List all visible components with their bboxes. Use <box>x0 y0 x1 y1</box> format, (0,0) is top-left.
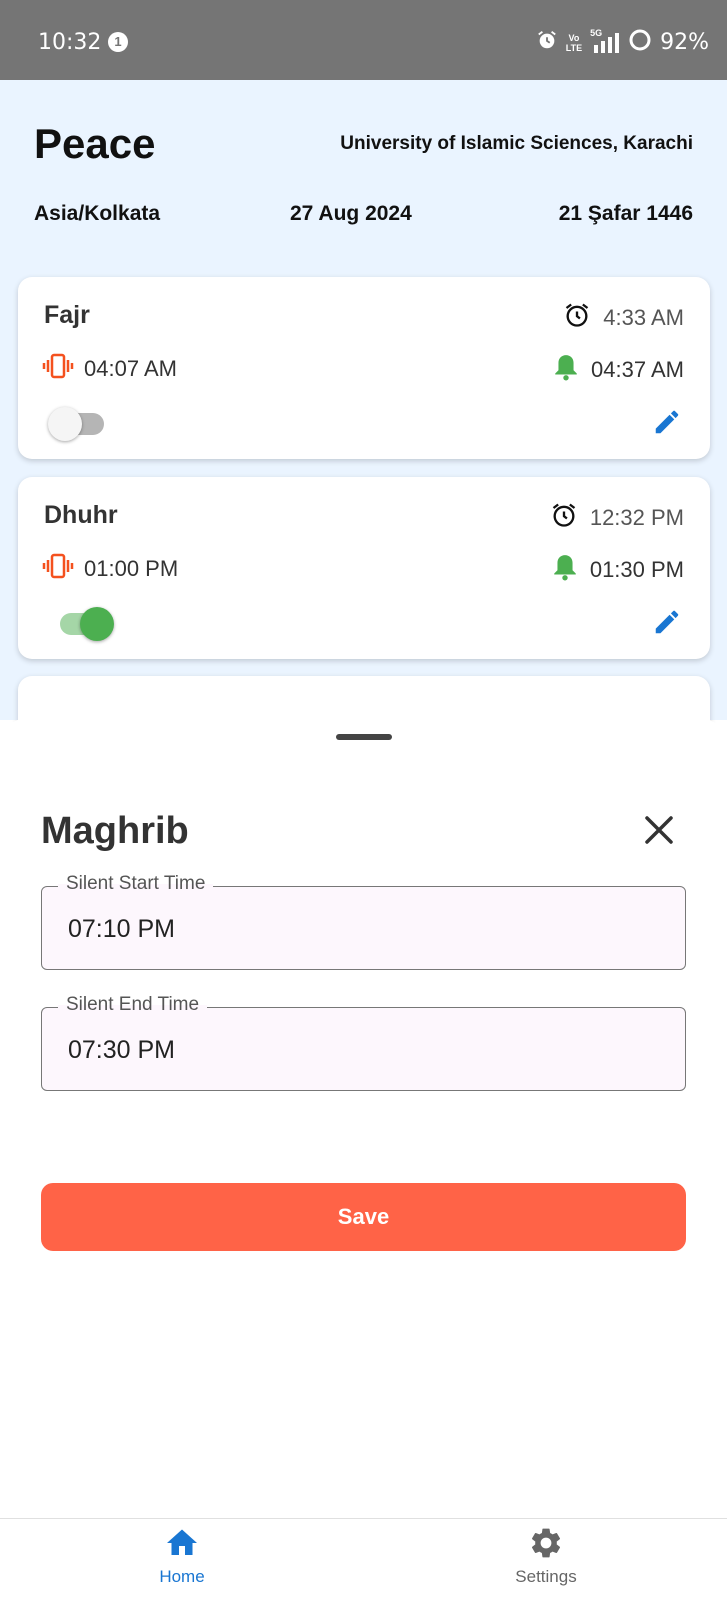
alarm-clock-icon <box>563 301 591 335</box>
prayer-name: Dhuhr <box>44 501 118 529</box>
alarm-clock-icon <box>550 501 578 535</box>
status-time: 10:32 <box>38 30 102 55</box>
silent-end: 04:37 AM <box>553 353 684 387</box>
edit-icon[interactable] <box>652 607 682 637</box>
prayer-name: Fajr <box>44 301 90 329</box>
vibrate-icon <box>42 553 74 585</box>
battery-icon <box>628 28 652 57</box>
edit-bottom-sheet: Maghrib Silent Start Time 07:10 PM Silen… <box>0 718 727 1518</box>
home-icon <box>112 1525 252 1561</box>
silent-start: 04:07 AM <box>42 353 177 385</box>
nav-settings-label: Settings <box>515 1567 577 1586</box>
location-label: University of Islamic Sciences, Karachi <box>340 133 693 154</box>
vibrate-icon <box>42 353 74 385</box>
silent-end-label: Silent End Time <box>58 994 208 1016</box>
alarm-status-icon <box>536 29 558 56</box>
silent-start-label: Silent Start Time <box>58 873 214 895</box>
alarm-time: 4:33 AM <box>563 301 684 335</box>
close-icon[interactable] <box>639 810 679 850</box>
enable-toggle[interactable] <box>48 605 114 641</box>
sheet-title: Maghrib <box>41 810 189 852</box>
silent-end-text: 01:30 PM <box>589 557 684 582</box>
prayer-card-fajr[interactable]: Fajr 4:33 AM 04:07 AM 04:37 AM <box>18 277 710 459</box>
nav-home-label: Home <box>159 1567 205 1586</box>
silent-end-text: 04:37 AM <box>591 357 684 382</box>
prayer-card-dhuhr[interactable]: Dhuhr 12:32 PM 01:00 PM 01:30 PM <box>18 477 710 659</box>
silent-start: 01:00 PM <box>42 553 178 585</box>
silent-end: 01:30 PM <box>552 553 684 587</box>
toggle-thumb <box>48 407 82 441</box>
volte-top: Vo <box>568 32 580 43</box>
silent-start-value[interactable]: 07:10 PM <box>68 915 175 944</box>
timezone-label: Asia/Kolkata <box>34 202 161 225</box>
alarm-time-text: 12:32 PM <box>589 505 684 530</box>
nav-settings[interactable]: Settings <box>476 1525 616 1600</box>
signal-icon: 5G <box>590 28 620 55</box>
status-icons: Vo LTE 5G 92% <box>536 28 709 57</box>
sheet-drag-handle[interactable] <box>336 734 392 740</box>
silent-end-value[interactable]: 07:30 PM <box>68 1036 175 1065</box>
silent-end-field[interactable]: Silent End Time 07:30 PM <box>41 994 686 1091</box>
hijri-date: 21 Şafar 1446 <box>558 202 693 225</box>
notification-badge: 1 <box>108 32 128 52</box>
alarm-time-text: 4:33 AM <box>603 305 684 330</box>
nav-home[interactable]: Home <box>112 1525 252 1600</box>
bell-icon <box>553 353 579 387</box>
bottom-navigation: Home Settings <box>0 1518 727 1600</box>
volte-icon: Vo LTE <box>566 33 582 53</box>
save-button[interactable]: Save <box>41 1183 686 1251</box>
edit-icon[interactable] <box>652 407 682 437</box>
silent-start-field[interactable]: Silent Start Time 07:10 PM <box>41 873 686 970</box>
battery-percent: 92% <box>660 30 709 55</box>
volte-bottom: LTE <box>565 42 583 53</box>
status-bar: 10:32 1 Vo LTE 5G 92% <box>0 0 727 80</box>
app-title: Peace <box>34 120 156 167</box>
silent-start-text: 01:00 PM <box>84 556 179 581</box>
gear-icon <box>476 1525 616 1561</box>
toggle-thumb <box>80 607 114 641</box>
bell-icon <box>552 553 578 587</box>
silent-start-text: 04:07 AM <box>84 356 177 381</box>
alarm-time: 12:32 PM <box>550 501 684 535</box>
gregorian-date: 27 Aug 2024 <box>290 202 412 225</box>
enable-toggle[interactable] <box>48 405 112 441</box>
